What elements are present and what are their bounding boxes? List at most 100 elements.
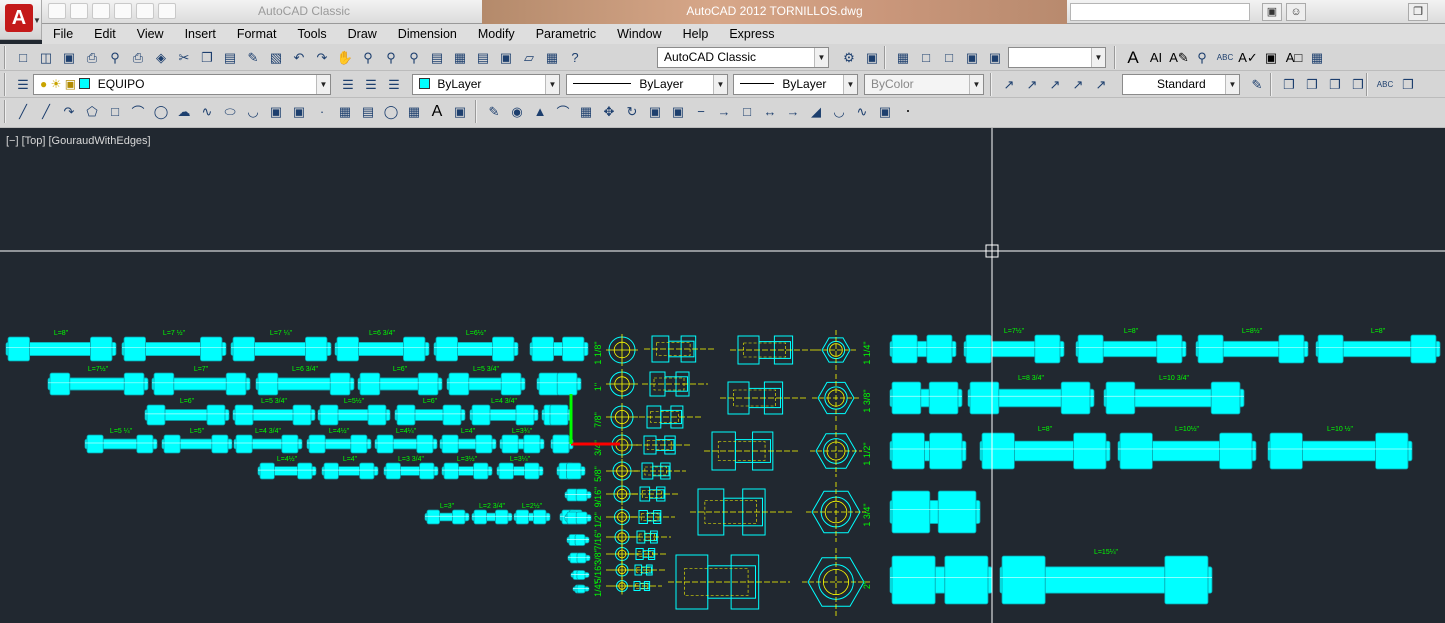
erase-icon[interactable]: ✎ (483, 101, 505, 122)
find-text-icon[interactable]: ⚲ (1191, 47, 1213, 68)
menu-tools[interactable]: Tools (286, 27, 336, 41)
drawing-viewport[interactable]: L=8" L=7 ½" L=7 ¼" L=6 3/4" L=6½" L=7½" L=7" L=… (0, 128, 1445, 623)
chamfer-icon[interactable]: ◢ (805, 101, 827, 122)
region-icon[interactable]: ◯ (380, 101, 402, 122)
undo-icon[interactable]: ↶ (288, 47, 310, 68)
construction-line-icon[interactable]: ╱ (35, 101, 57, 122)
workspace-select[interactable]: AutoCAD Classic ▼ (657, 47, 829, 68)
user-icon[interactable]: ☺ (1286, 3, 1306, 21)
style-manager-icon[interactable]: ✎ (1246, 74, 1268, 95)
plot-icon[interactable] (136, 3, 154, 19)
menu-view[interactable]: View (126, 27, 174, 41)
add-leader-icon[interactable]: ↗ (1021, 74, 1043, 95)
menu-insert[interactable]: Insert (174, 27, 226, 41)
dimension-to-front-icon[interactable]: ❐ (1397, 74, 1419, 95)
fillet-icon[interactable]: ◡ (828, 101, 850, 122)
copy-object-icon[interactable]: ◉ (506, 101, 528, 122)
tool-palettes-icon[interactable]: ▤ (472, 47, 494, 68)
binoculars-icon[interactable]: ▣ (1262, 3, 1282, 21)
open-icon[interactable] (70, 3, 88, 19)
collect-multileader-icon[interactable]: ↗ (1090, 74, 1112, 95)
mirror-icon[interactable]: ▲ (529, 101, 551, 122)
help-icon[interactable]: ? (564, 47, 586, 68)
drawing-canvas[interactable]: L=8" L=7 ½" L=7 ¼" L=6 3/4" L=6½" L=7½" L=7" L=… (0, 128, 1445, 623)
array-icon[interactable]: ▦ (575, 101, 597, 122)
multiline-text-draw-icon[interactable]: A (426, 101, 448, 122)
save-icon[interactable] (92, 3, 110, 19)
properties-icon[interactable]: ▤ (426, 47, 448, 68)
trim-icon[interactable]: − (690, 101, 712, 122)
break-at-point-icon[interactable]: □ (736, 101, 758, 122)
publish-icon[interactable]: ⎙ (127, 47, 149, 68)
polyline-icon[interactable]: ↷ (58, 101, 80, 122)
spell-check-icon[interactable]: ABC (1214, 47, 1236, 68)
ellipse-icon[interactable]: ⬭ (219, 101, 241, 122)
menu-modify[interactable]: Modify (467, 27, 525, 41)
markup-icon[interactable]: ▱ (518, 47, 540, 68)
menu-help[interactable]: Help (672, 27, 719, 41)
send-to-back-icon[interactable]: ❐ (1301, 74, 1323, 95)
linetype-select[interactable]: ByLayer ▼ (566, 74, 728, 95)
circle-icon[interactable]: ◯ (150, 101, 172, 122)
gear-icon[interactable]: ⚙ (838, 47, 860, 68)
join-icon[interactable]: → (782, 101, 804, 122)
infocenter-search-input[interactable] (1070, 3, 1250, 21)
block-editor-icon[interactable]: ▧ (265, 47, 287, 68)
table-icon[interactable]: ▦ (403, 101, 425, 122)
line-icon[interactable]: ╱ (12, 101, 34, 122)
menu-edit[interactable]: Edit (83, 27, 126, 41)
layer-select[interactable]: ● ☀ ▣ EQUIPO ▼ (33, 74, 331, 95)
polygon-icon[interactable]: ⬠ (81, 101, 103, 122)
remove-leader-icon[interactable]: ↗ (1044, 74, 1066, 95)
rectangle-icon[interactable]: □ (104, 101, 126, 122)
viewports-dialog-icon[interactable]: ▦ (892, 47, 914, 68)
make-current-layer-icon[interactable]: ☰ (337, 74, 359, 95)
zoom-window-icon[interactable]: ⚲ (380, 47, 402, 68)
cut-icon[interactable]: ✂ (173, 47, 195, 68)
menu-express[interactable]: Express (718, 27, 784, 41)
copy-icon[interactable]: ❐ (196, 47, 218, 68)
lineweight-select[interactable]: ByLayer ▼ (733, 74, 858, 95)
save-as-icon[interactable] (114, 3, 132, 19)
layer-states-icon[interactable]: ☰ (383, 74, 405, 95)
add-selected-icon[interactable]: ▣ (449, 101, 471, 122)
multileader-icon[interactable]: ↗ (998, 74, 1020, 95)
menu-draw[interactable]: Draw (337, 27, 387, 41)
save-icon[interactable]: ▣ (58, 47, 80, 68)
justify-text-icon[interactable]: A□ (1283, 47, 1305, 68)
single-line-text-icon[interactable]: AI (1145, 47, 1167, 68)
plotstyle-select[interactable]: ByColor ▼ (864, 74, 984, 95)
match-properties-icon[interactable]: ✎ (242, 47, 264, 68)
move-icon[interactable]: ✥ (598, 101, 620, 122)
gradient-icon[interactable]: ▤ (357, 101, 379, 122)
zoom-previous-icon[interactable]: ⚲ (403, 47, 425, 68)
text-style-icon[interactable]: A✓ (1237, 47, 1259, 68)
redo-icon[interactable]: ↷ (311, 47, 333, 68)
restore-window-icon[interactable]: ❐ (1408, 3, 1428, 21)
menu-window[interactable]: Window (606, 27, 671, 41)
polygonal-viewport-icon[interactable]: □ (938, 47, 960, 68)
viewport-scale-select[interactable]: ▼ (1008, 47, 1106, 68)
break-icon[interactable]: ↔ (759, 101, 781, 122)
plot-icon[interactable]: ⎙ (81, 47, 103, 68)
text-style-select[interactable]: Standard ▼ (1122, 74, 1240, 95)
rotate-icon[interactable]: ↻ (621, 101, 643, 122)
insert-block-icon[interactable]: ▣ (265, 101, 287, 122)
scale-icon[interactable]: ▣ (644, 101, 666, 122)
new-icon[interactable] (48, 3, 66, 19)
pan-icon[interactable]: ✋ (334, 47, 356, 68)
spline-icon[interactable]: ∿ (196, 101, 218, 122)
point-icon[interactable]: · (311, 101, 333, 122)
make-block-icon[interactable]: ▣ (288, 101, 310, 122)
application-menu-button[interactable]: A ▼ (0, 0, 42, 40)
blend-curves-icon[interactable]: ∿ (851, 101, 873, 122)
scale-text-icon[interactable]: ▣ (1260, 47, 1282, 68)
new-icon[interactable]: □ (12, 47, 34, 68)
multiline-text-icon[interactable]: A (1122, 47, 1144, 68)
convert-viewport-icon[interactable]: ▣ (961, 47, 983, 68)
align-multileader-icon[interactable]: ↗ (1067, 74, 1089, 95)
revision-cloud-icon[interactable]: ☁ (173, 101, 195, 122)
sheet-set-icon[interactable]: ▣ (495, 47, 517, 68)
edit-text-icon[interactable]: A✎ (1168, 47, 1190, 68)
menu-parametric[interactable]: Parametric (525, 27, 606, 41)
